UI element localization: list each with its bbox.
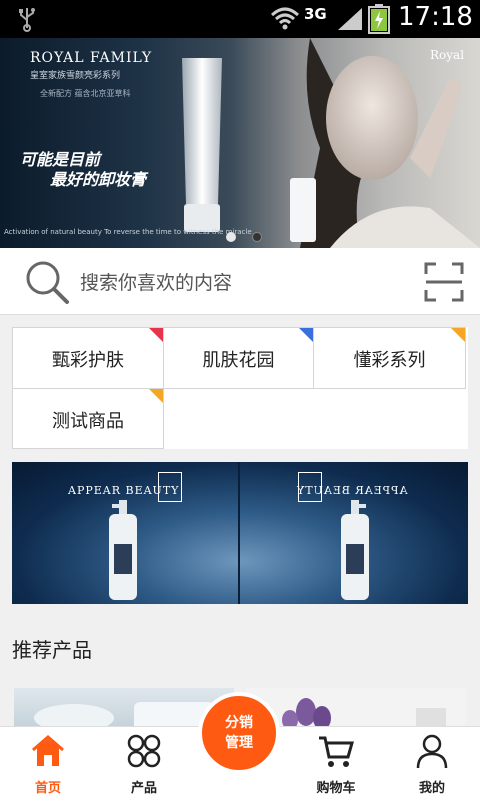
product-tube-image (182, 58, 222, 232)
product-image (282, 698, 446, 728)
category-item[interactable]: 测试商品 (12, 389, 164, 449)
banner-small-text: 全新配方 蕴含北京亚草科 (40, 89, 131, 98)
tab-home[interactable]: 首页 (0, 727, 96, 801)
corner-badge (149, 389, 163, 403)
promo-banner[interactable]: APPEAR BEAUTY APPEAR BEAUTY (12, 462, 468, 604)
section-title-recommended: 推荐产品 (12, 638, 92, 662)
pump-bottle-image (109, 500, 137, 600)
signal-icon (338, 8, 362, 30)
tab-label: 首页 (34, 781, 61, 796)
brand-logo-icon (298, 472, 322, 502)
hero-banner[interactable]: ROYAL FAMILY 皇室家族雪颜亮彩系列 全新配方 蕴含北京亚草科 可能是… (0, 38, 480, 248)
category-label: 肌肤花园 (202, 350, 275, 371)
search-bar[interactable]: 搜索你喜欢的内容 (0, 248, 480, 315)
search-icon[interactable] (24, 259, 70, 305)
category-grid: 甄彩护肤 肌肤花园 懂彩系列 测试商品 (12, 327, 468, 449)
category-item[interactable]: 懂彩系列 (314, 327, 466, 389)
center-button-line2: 管理 (225, 735, 253, 751)
promo-right: APPEAR BEAUTY (240, 462, 467, 604)
promo-left: APPEAR BEAUTY (12, 462, 239, 604)
product-card[interactable] (246, 688, 466, 728)
banner-brand-title: ROYAL FAMILY (30, 50, 153, 66)
carousel-dot-1[interactable] (226, 232, 236, 242)
user-icon (416, 734, 448, 769)
carousel-dot-2[interactable] (252, 232, 262, 242)
search-input[interactable]: 搜索你喜欢的内容 (80, 268, 232, 295)
usb-icon (19, 8, 35, 32)
distribution-management-button[interactable]: 分销 管理 (198, 692, 280, 774)
pump-bottle-image (341, 500, 369, 600)
scan-icon[interactable] (424, 262, 464, 302)
corner-badge (299, 328, 313, 342)
network-type: 3G (304, 5, 327, 23)
banner-logo: Royal (430, 48, 465, 62)
banner-slogan-line2: 最好的卸妆膏 (50, 170, 147, 189)
battery-icon (368, 4, 390, 34)
tab-products[interactable]: 产品 (96, 727, 192, 801)
corner-badge (451, 328, 465, 342)
wifi-icon (270, 7, 300, 30)
grid-icon (127, 734, 161, 768)
category-label: 测试商品 (52, 411, 124, 432)
tab-label: 购物车 (316, 781, 356, 796)
category-item[interactable]: 肌肤花园 (164, 327, 314, 389)
tab-cart[interactable]: 购物车 (288, 727, 384, 801)
tab-label: 我的 (418, 781, 445, 796)
corner-badge (149, 328, 163, 342)
center-button-line1: 分销 (225, 715, 253, 731)
tab-mine[interactable]: 我的 (384, 727, 480, 801)
banner-footer-text: Activation of natural beauty To reverse … (4, 228, 252, 236)
clock: 17:18 (398, 2, 473, 32)
tab-label: 产品 (130, 781, 157, 796)
banner-brand-subtitle: 皇室家族雪颜亮彩系列 (30, 71, 121, 81)
category-label: 甄彩护肤 (52, 350, 124, 371)
brand-logo-icon (158, 472, 182, 502)
category-label: 懂彩系列 (353, 350, 426, 371)
home-icon (32, 735, 64, 766)
cart-icon (319, 736, 354, 767)
status-bar: 3G 17:18 (0, 0, 480, 38)
model-photo (290, 38, 480, 248)
category-item[interactable]: 甄彩护肤 (12, 327, 164, 389)
